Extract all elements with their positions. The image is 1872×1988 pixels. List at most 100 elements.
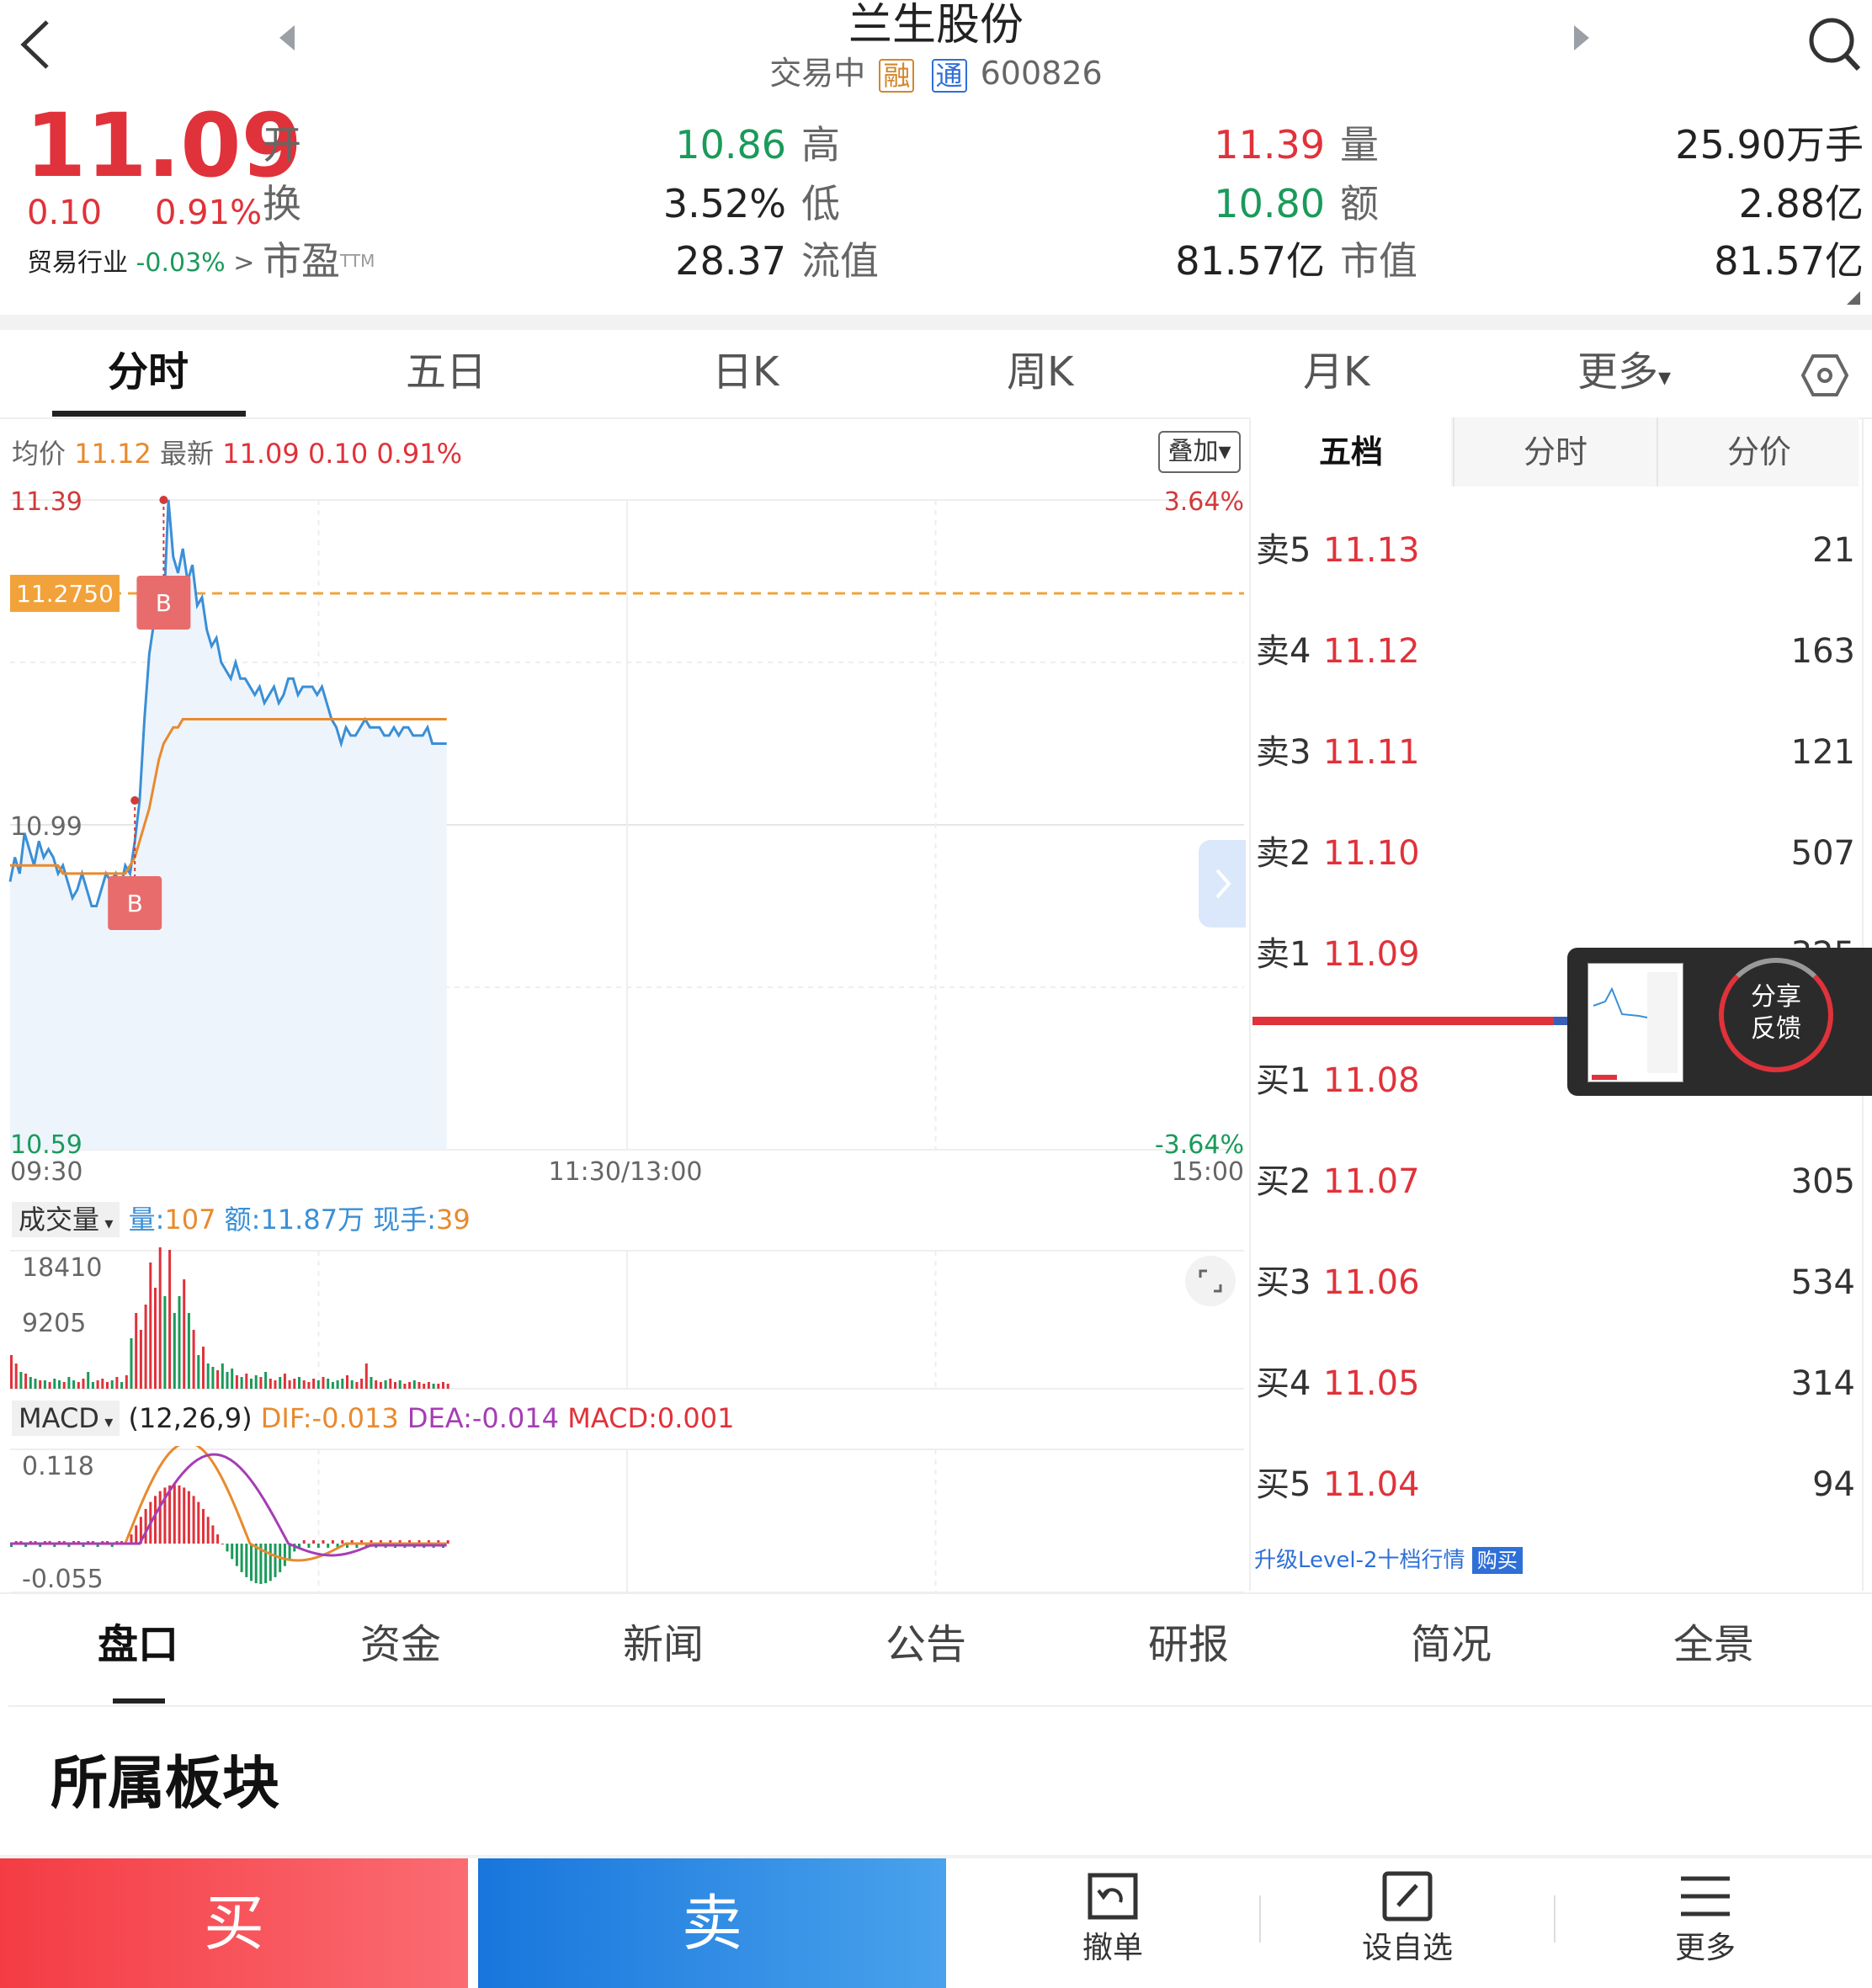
volume-bar [274, 1380, 277, 1389]
tab-ob-intraday[interactable]: 分时 [1453, 417, 1657, 486]
bid-row[interactable]: 买4 11.05 314 [1256, 1358, 1855, 1409]
volume-bar [168, 1250, 172, 1389]
bid-row[interactable]: 买3 11.06 534 [1256, 1257, 1855, 1308]
cancel-order-button[interactable]: 撤单 [1029, 1858, 1197, 1988]
buy-badge[interactable]: 购买 [1471, 1547, 1523, 1574]
tab-intraday[interactable]: 分时 [108, 347, 189, 397]
volume-bar [250, 1379, 253, 1389]
settings-hexagon-icon[interactable] [1800, 352, 1849, 399]
macd-bar [178, 1485, 181, 1544]
volume-bar [221, 1363, 224, 1389]
volume-bar [202, 1347, 205, 1389]
macd-bar [144, 1508, 147, 1544]
volume-bar [245, 1374, 248, 1389]
turnover-value: 3.52% [662, 181, 786, 226]
industry-link[interactable]: 贸易行业 -0.03% > [27, 244, 254, 283]
tab-research[interactable]: 研报 [1148, 1619, 1229, 1670]
volume-bar [307, 1382, 311, 1389]
volume-bar [235, 1375, 238, 1389]
volume-bar [14, 1363, 18, 1389]
search-icon[interactable] [1805, 12, 1864, 74]
sell-button[interactable]: 卖 [478, 1858, 946, 1988]
volume-bar [327, 1379, 330, 1389]
ask-row[interactable]: 卖5 11.13 21 [1256, 525, 1855, 576]
volume-bar [341, 1379, 344, 1389]
volume-bar [10, 1355, 13, 1389]
volume-bar [355, 1382, 359, 1389]
low-value: 10.80 [1214, 181, 1325, 226]
ask-row[interactable]: 卖2 11.10 507 [1256, 828, 1855, 879]
tab-five-day[interactable]: 五日 [406, 347, 487, 397]
volume-bar [197, 1355, 200, 1389]
tab-five-level[interactable]: 五档 [1251, 417, 1451, 486]
overlay-button[interactable]: 叠加▾ [1158, 431, 1241, 473]
tab-weekly-k[interactable]: 周K [1007, 347, 1073, 397]
macd-chart[interactable]: 0.118 -0.055 [0, 1446, 1246, 1594]
macd-bar [197, 1502, 200, 1544]
macd-selector[interactable]: MACD ▾ [12, 1401, 120, 1436]
bid-row[interactable]: 买2 11.07 305 [1256, 1156, 1855, 1207]
macd-bar [316, 1544, 320, 1548]
volume-bar [269, 1379, 272, 1389]
volume-bar [120, 1382, 124, 1389]
stock-detail-page: 兰生股份 交易中 融 通 600826 11.09 0.10 0.91% 贸易行… [0, 0, 1872, 1988]
volume-bar [48, 1382, 51, 1389]
volume-bar [125, 1375, 128, 1389]
share-feedback-button[interactable]: 分享 反馈 [1719, 958, 1833, 1072]
price-change-pct: 0.91% [155, 194, 263, 232]
share-feedback-popup[interactable]: 分享 反馈 [1567, 948, 1872, 1096]
tab-more[interactable]: 更多▾ [1577, 347, 1671, 403]
add-watchlist-button[interactable]: 设自选 [1323, 1858, 1492, 1988]
volume-bar [346, 1375, 348, 1389]
bid-row[interactable]: 买5 11.04 94 [1256, 1459, 1855, 1510]
volume-bar [106, 1382, 109, 1389]
tab-order-book[interactable]: 盘口 [98, 1619, 178, 1670]
open-label: 开 [263, 122, 301, 167]
macd-bar [254, 1544, 258, 1584]
volume-bar [312, 1379, 316, 1389]
ask-row[interactable]: 卖4 11.12 163 [1256, 626, 1855, 677]
stock-name: 兰生股份 [848, 0, 1024, 50]
volume-bar [149, 1262, 152, 1389]
orderbook-tabs: 五档 分时 分价 [1251, 417, 1859, 486]
tab-funds[interactable]: 资金 [360, 1619, 441, 1670]
tab-monthly-k[interactable]: 月K [1303, 347, 1369, 397]
next-triangle-icon[interactable] [1571, 24, 1591, 52]
macd-tick-label: -0.055 [22, 1565, 104, 1594]
macd-bar [250, 1544, 253, 1581]
more-button[interactable]: 更多 [1621, 1858, 1790, 1988]
volume-bar [87, 1372, 90, 1389]
volume-bar [206, 1363, 210, 1389]
tab-overview[interactable]: 全景 [1673, 1619, 1754, 1670]
macd-bar [158, 1491, 162, 1544]
volume-bar [67, 1377, 71, 1389]
macd-bar [327, 1544, 330, 1548]
intraday-price-chart[interactable]: B B 11.2750 11.39 10.99 10.59 3.64% -3.64% 09:30… [0, 480, 1246, 1187]
volume-bar [302, 1380, 306, 1389]
volume-chart[interactable]: 18410 9205 [0, 1247, 1246, 1390]
buy-button[interactable]: 买 [0, 1858, 468, 1988]
macd-bar [154, 1496, 157, 1544]
tab-profile[interactable]: 简况 [1411, 1619, 1492, 1670]
volume-bar [331, 1382, 334, 1389]
expand-corner-icon[interactable] [1845, 290, 1862, 306]
chevron-right-icon: > [233, 248, 255, 278]
volume-bar [187, 1313, 190, 1389]
section-title: 所属板块 [51, 1751, 280, 1817]
volume-bar [403, 1384, 407, 1389]
volume-bar [115, 1377, 119, 1389]
ask-row[interactable]: 卖3 11.11 121 [1256, 727, 1855, 778]
level2-upgrade-link[interactable]: 升级Level-2十档行情 购买 [1254, 1544, 1523, 1577]
tab-announcements[interactable]: 公告 [885, 1619, 966, 1670]
tab-daily-k[interactable]: 日K [712, 347, 779, 397]
expand-panel-button[interactable] [1199, 840, 1246, 928]
tab-news[interactable]: 新闻 [623, 1619, 704, 1670]
volume-selector[interactable]: 成交量 ▾ [12, 1202, 120, 1237]
current-price: 11.09 [25, 94, 302, 197]
volume-bar [77, 1382, 80, 1389]
screenshot-thumbnail[interactable] [1587, 963, 1683, 1082]
volume-bar [130, 1338, 133, 1389]
volume-bar [398, 1380, 402, 1389]
tab-ob-price[interactable]: 分价 [1657, 417, 1860, 486]
fullscreen-icon[interactable] [1185, 1256, 1236, 1306]
